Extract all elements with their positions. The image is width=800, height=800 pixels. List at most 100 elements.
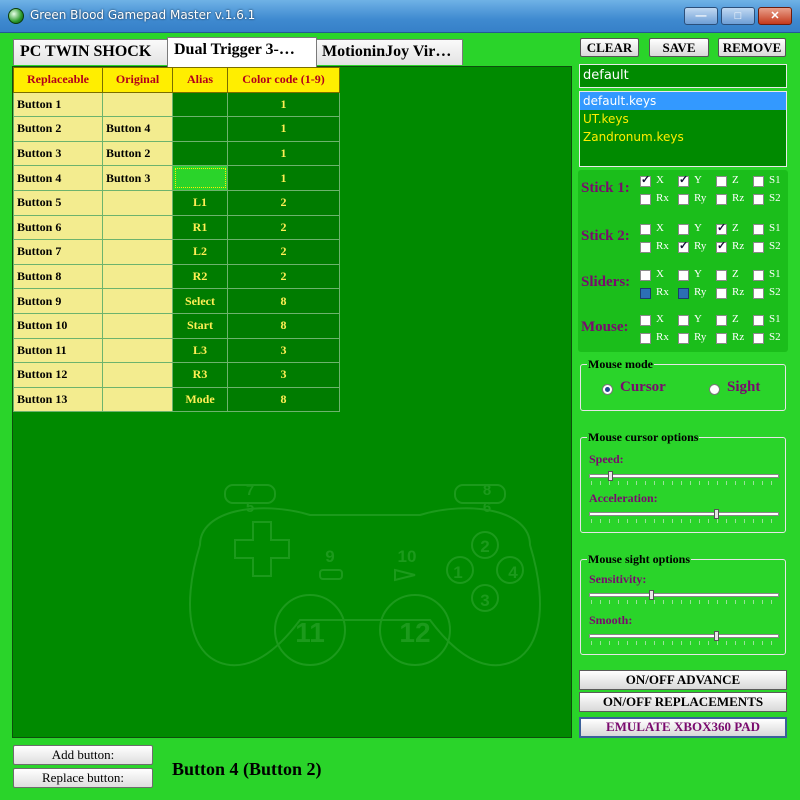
axis-checkbox-rx[interactable] [640,194,651,205]
replace-button[interactable]: Replace button: [13,768,153,788]
replaceable-cell[interactable]: Button 7 [13,239,103,265]
table-row[interactable]: Button 13 Mode 8 [13,386,340,413]
color-code-cell[interactable]: 2 [227,263,340,290]
table-row[interactable]: Button 1 1 [13,91,340,118]
emulate-xbox360-button[interactable]: EMULATE XBOX360 PAD [579,717,787,738]
table-row[interactable]: Button 2 Button 4 1 [13,116,340,142]
axis-checkbox-s2[interactable] [753,194,764,205]
axis-checkbox-y[interactable] [678,224,689,235]
sensitivity-slider[interactable] [589,593,779,597]
smooth-slider[interactable] [589,634,779,638]
axis-checkbox-z[interactable] [716,176,727,187]
axis-checkbox-y[interactable] [678,270,689,281]
acceleration-slider-thumb[interactable] [713,509,719,519]
color-code-cell[interactable]: 3 [227,362,340,388]
keys-file-item[interactable]: default.keys [580,92,786,110]
alias-cell[interactable]: L2 [172,239,228,265]
original-cell[interactable] [102,362,173,388]
clear-button[interactable]: CLEAR [580,38,639,57]
axis-checkbox-y[interactable] [678,315,689,326]
header-alias[interactable]: Alias [172,67,228,93]
original-cell[interactable] [102,263,173,290]
replaceable-cell[interactable]: Button 4 [13,165,103,191]
axis-checkbox-z[interactable] [716,221,727,235]
axis-checkbox-y[interactable] [678,173,689,187]
alias-cell[interactable]: Mode [172,386,228,413]
toggle-advance-button[interactable]: ON/OFF ADVANCE [579,670,787,690]
color-code-cell[interactable]: 8 [227,288,340,314]
alias-cell[interactable]: L3 [172,337,228,364]
cursor-radio[interactable] [602,384,613,395]
axis-checkbox-rz[interactable] [716,333,727,344]
keys-file-item[interactable]: Zandronum.keys [580,128,786,146]
color-code-cell[interactable]: 3 [227,337,340,364]
table-row[interactable]: Button 8 R2 2 [13,263,340,290]
axis-checkbox-ry[interactable] [678,239,689,253]
replaceable-cell[interactable]: Button 12 [13,362,103,388]
profile-name-input[interactable]: default [579,64,787,88]
replaceable-cell[interactable]: Button 11 [13,337,103,364]
color-code-cell[interactable]: 1 [227,140,340,167]
original-cell[interactable] [102,239,173,265]
table-row[interactable]: Button 3 Button 2 1 [13,140,340,167]
axis-checkbox-z[interactable] [716,315,727,326]
axis-checkbox-rz[interactable] [716,288,727,299]
axis-checkbox-rz[interactable] [716,239,727,253]
replaceable-cell[interactable]: Button 8 [13,263,103,290]
header-replaceable[interactable]: Replaceable [13,67,103,93]
color-code-cell[interactable]: 1 [227,165,340,191]
original-cell[interactable] [102,91,173,118]
original-cell[interactable] [102,337,173,364]
axis-checkbox-s2[interactable] [753,242,764,253]
axis-checkbox-s2[interactable] [753,288,764,299]
color-code-cell[interactable]: 2 [227,239,340,265]
smooth-slider-thumb[interactable] [713,631,719,641]
replaceable-cell[interactable]: Button 9 [13,288,103,314]
table-row[interactable]: Button 7 L2 2 [13,239,340,265]
axis-checkbox-rx[interactable] [640,288,651,299]
table-row[interactable]: Button 6 R1 2 [13,214,340,241]
color-code-cell[interactable]: 2 [227,214,340,241]
replaceable-cell[interactable]: Button 1 [13,91,103,118]
keys-file-item[interactable]: UT.keys [580,110,786,128]
original-cell[interactable] [102,189,173,216]
axis-checkbox-x[interactable] [640,224,651,235]
original-cell[interactable] [102,312,173,339]
remove-button[interactable]: REMOVE [718,38,786,57]
tab-motioninjoy[interactable]: MotioninJoy Vir… [315,39,463,65]
replaceable-cell[interactable]: Button 5 [13,189,103,216]
axis-checkbox-s1[interactable] [753,176,764,187]
alias-cell[interactable]: R3 [172,362,228,388]
sight-radio[interactable] [709,384,720,395]
axis-checkbox-x[interactable] [640,173,651,187]
color-code-cell[interactable]: 8 [227,386,340,413]
alias-cell[interactable]: R1 [172,214,228,241]
sensitivity-slider-thumb[interactable] [648,590,654,600]
original-cell[interactable] [102,214,173,241]
acceleration-slider[interactable] [589,512,779,516]
alias-cell[interactable] [172,116,228,142]
replaceable-cell[interactable]: Button 2 [13,116,103,142]
table-row[interactable]: Button 10 Start 8 [13,312,340,339]
axis-checkbox-s1[interactable] [753,270,764,281]
alias-cell[interactable]: Start [172,312,228,339]
table-row[interactable]: Button 9 Select 8 [13,288,340,314]
color-code-cell[interactable]: 2 [227,189,340,216]
replaceable-cell[interactable]: Button 6 [13,214,103,241]
table-row[interactable]: Button 4 Button 3 1 [13,165,340,191]
original-cell[interactable] [102,288,173,314]
add-button[interactable]: Add button: [13,745,153,765]
minimize-button[interactable]: — [684,7,718,25]
speed-slider-thumb[interactable] [607,471,613,481]
axis-checkbox-s2[interactable] [753,333,764,344]
axis-checkbox-ry[interactable] [678,333,689,344]
alias-cell[interactable]: Select [172,288,228,314]
alias-cell[interactable]: L1 [172,189,228,216]
color-code-cell[interactable]: 8 [227,312,340,339]
original-cell[interactable]: Button 3 [102,165,173,191]
alias-cell[interactable] [172,165,228,191]
table-row[interactable]: Button 12 R3 3 [13,362,340,388]
axis-checkbox-z[interactable] [716,270,727,281]
tab-pc-twin-shock[interactable]: PC TWIN SHOCK [13,39,168,65]
close-button[interactable]: ✕ [758,7,792,25]
